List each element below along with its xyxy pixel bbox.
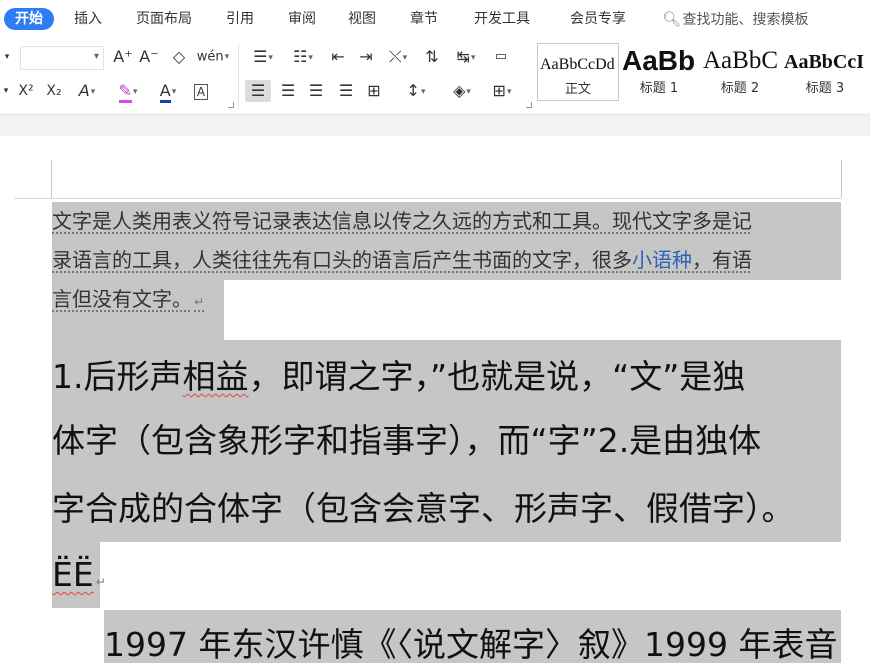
distributed-button[interactable]: ⊞ bbox=[362, 80, 386, 102]
style-sample: AaBbC bbox=[703, 47, 778, 74]
bullet-list-button[interactable]: ☰▾ bbox=[246, 46, 280, 68]
tab-page-layout[interactable]: 页面布局 bbox=[136, 8, 192, 30]
font-color-button[interactable]: A▾ bbox=[152, 80, 184, 103]
document-page[interactable]: 文字是人类用表义符号记录表达信息以传之久远的方式和工具。现代文字多是记 录语言的… bbox=[0, 136, 870, 663]
tab-developer[interactable]: 开发工具 bbox=[474, 8, 530, 30]
style-label: 标题 3 bbox=[805, 81, 845, 96]
style-sample: AaBb bbox=[622, 45, 696, 76]
increase-indent-button[interactable]: ⇥ bbox=[354, 46, 378, 68]
text-effect-button[interactable]: A▾ bbox=[72, 80, 102, 102]
spelling-error[interactable]: ËË bbox=[52, 555, 94, 594]
increase-font-button[interactable]: A⁺ bbox=[112, 46, 134, 68]
style-sample: AaBbCcI bbox=[784, 51, 865, 73]
clear-format-button[interactable]: ◇ bbox=[168, 46, 190, 68]
highlighter-icon: ✎ bbox=[118, 81, 132, 103]
style-heading-3[interactable]: AaBbCcI 标题 3 bbox=[782, 43, 868, 99]
tab-stops-button[interactable]: ▭ bbox=[488, 46, 514, 68]
font-color-icon: A bbox=[159, 81, 171, 103]
style-label: 标题 1 bbox=[639, 81, 679, 96]
margin-marker-right bbox=[841, 160, 842, 198]
style-label: 标题 2 bbox=[720, 81, 760, 96]
menu-bar: 开始 插入 页面布局 引用 审阅 视图 章节 开发工具 会员专享 🔍︎ 查找功能… bbox=[0, 0, 870, 38]
text-direction-button[interactable]: ⤬▾ bbox=[382, 46, 414, 68]
text-run: ，即谓之字，”也就是说，“文”是独 bbox=[248, 357, 746, 396]
subscript-button[interactable]: X₂ bbox=[42, 80, 66, 102]
search-placeholder: 查找功能、搜索模板 bbox=[682, 12, 809, 28]
style-heading-2[interactable]: AaBbC 标题 2 bbox=[701, 43, 779, 99]
paragraph-2-line-4: ËË ↵ bbox=[52, 542, 106, 615]
search-box[interactable]: 🔍︎ 查找功能、搜索模板 bbox=[662, 8, 808, 30]
numbered-list-button[interactable]: ☷▾ bbox=[286, 46, 320, 68]
text-run: 言但没有文字。 bbox=[52, 287, 192, 311]
superscript-button[interactable]: X² bbox=[14, 80, 38, 102]
font-size-select[interactable]: ▾ bbox=[20, 46, 104, 70]
ribbon-document-gap bbox=[0, 114, 870, 137]
highlight-button[interactable]: ✎▾ bbox=[112, 80, 144, 103]
align-left-button[interactable]: ☰ bbox=[245, 80, 271, 102]
pinyin-guide-button[interactable]: wén▾ bbox=[196, 46, 230, 68]
pinyin-icon: wén bbox=[196, 49, 224, 65]
paragraph-1-line-1: 文字是人类用表义符号记录表达信息以传之久远的方式和工具。现代文字多是记 bbox=[52, 209, 752, 233]
text-run: ，有语 bbox=[692, 248, 752, 272]
paragraph-1-line-3: 言但没有文字。 ↵ bbox=[52, 280, 204, 322]
tab-review[interactable]: 审阅 bbox=[288, 8, 316, 30]
search-icon: 🔍︎ bbox=[662, 10, 682, 28]
font-dialog-launcher[interactable] bbox=[228, 102, 234, 108]
tab-insert[interactable]: 插入 bbox=[74, 8, 102, 30]
underline-caret[interactable]: ▾ bbox=[0, 80, 12, 102]
font-name-caret[interactable]: ▾ bbox=[0, 46, 14, 68]
chevron-down-icon: ▾ bbox=[93, 51, 99, 62]
paragraph-2-line-2: 体字（包含象形字和指事字），而“字”2.是由独体 bbox=[52, 421, 762, 460]
line-break-button[interactable]: ↹▾ bbox=[450, 46, 482, 68]
paragraph-2-line-3: 字合成的合体字（包含会意字、形声字、假借字）。 bbox=[52, 489, 795, 528]
borders-button[interactable]: ⊞▾ bbox=[486, 80, 518, 102]
decrease-font-button[interactable]: A⁻ bbox=[138, 46, 160, 68]
style-sample: AaBbCcDd bbox=[540, 56, 615, 73]
style-normal[interactable]: AaBbCcDd 正文 bbox=[537, 43, 619, 101]
align-right-button[interactable]: ☰ bbox=[304, 80, 328, 102]
shading-button[interactable]: ◈▾ bbox=[446, 80, 478, 102]
align-center-button[interactable]: ☰ bbox=[276, 80, 300, 102]
paragraph-3-line-1: 1997 年东汉许慎《〈说文解字〉叙》1999 年表音 bbox=[104, 625, 838, 663]
tab-references[interactable]: 引用 bbox=[226, 8, 254, 30]
char-border-button[interactable]: A bbox=[190, 80, 212, 102]
decrease-indent-button[interactable]: ⇤ bbox=[326, 46, 350, 68]
tab-view[interactable]: 视图 bbox=[348, 8, 376, 30]
tab-start[interactable]: 开始 bbox=[4, 8, 54, 30]
paragraph-mark-icon: ↵ bbox=[194, 295, 205, 309]
margin-marker-left bbox=[51, 160, 52, 198]
hyperlink[interactable]: 小语种 bbox=[632, 248, 692, 272]
sort-button[interactable]: ⇅ bbox=[420, 46, 444, 68]
ribbon-toolbar: ▾ ▾ A⁺ A⁻ ◇ wén▾ ▾ X² X₂ A▾ ✎▾ A▾ A ☰▾ ☷… bbox=[0, 38, 870, 114]
text-run: 1.后形声 bbox=[52, 357, 183, 396]
line-spacing-button[interactable]: ↕▾ bbox=[400, 80, 432, 102]
text-effect-icon: A bbox=[78, 81, 90, 100]
paragraph-dialog-launcher[interactable] bbox=[526, 102, 532, 108]
style-gallery: AaBbCcDd 正文 AaBb 标题 1 AaBbC 标题 2 AaBbCcI… bbox=[537, 43, 870, 101]
justify-button[interactable]: ☰ bbox=[334, 80, 358, 102]
char-border-icon: A bbox=[193, 84, 209, 100]
style-label: 正文 bbox=[564, 82, 591, 97]
paragraph-2-line-1: 1.后形声相益，即谓之字，”也就是说，“文”是独 bbox=[52, 344, 745, 410]
tab-chapter[interactable]: 章节 bbox=[410, 8, 438, 30]
text-run: 录语言的工具，人类往往先有口头的语言后产生书面的文字，很多 bbox=[52, 248, 632, 272]
divider bbox=[238, 44, 239, 110]
paragraph-mark-icon: ↵ bbox=[95, 575, 106, 589]
spelling-error[interactable]: 相益 bbox=[183, 357, 249, 396]
paragraph-1-line-2: 录语言的工具，人类往往先有口头的语言后产生书面的文字，很多小语种，有语 bbox=[52, 241, 752, 280]
margin-marker-top bbox=[14, 198, 842, 199]
style-heading-1[interactable]: AaBb 标题 1 bbox=[620, 43, 698, 99]
tab-member[interactable]: 会员专享 bbox=[570, 8, 626, 30]
